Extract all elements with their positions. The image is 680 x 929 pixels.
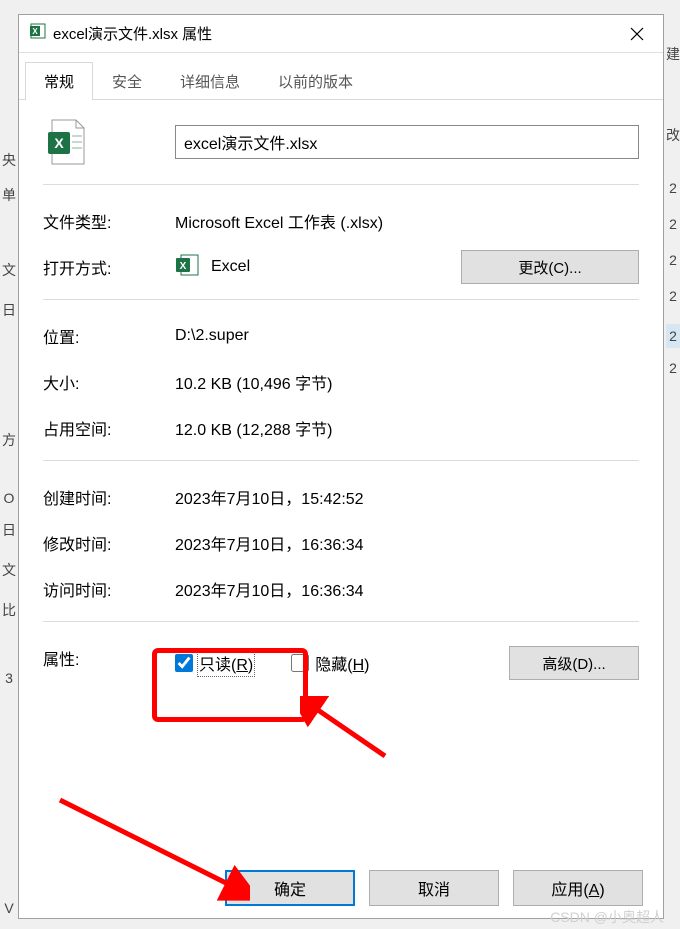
tab-details[interactable]: 详细信息: [161, 62, 259, 100]
general-panel: X 文件类型: Microsoft Excel 工作表 (.xlsx) 打开方式…: [19, 100, 663, 704]
hidden-text: 隐藏(H): [315, 651, 369, 675]
bg-char: 建: [666, 44, 680, 64]
attributes-row: 属性: 只读(R) 隐藏(H) 高级(D)...: [43, 640, 639, 680]
excel-file-icon: X: [29, 22, 47, 45]
location-row: 位置: D:\2.super: [43, 318, 639, 354]
bg-char: 央: [0, 150, 18, 170]
close-icon: [630, 27, 644, 41]
properties-dialog: X excel演示文件.xlsx 属性 常规 安全 详细信息 以前的版本 X: [18, 14, 664, 919]
divider: [43, 299, 639, 300]
bg-char: 方: [0, 430, 18, 450]
modified-row: 修改时间: 2023年7月10日，16:36:34: [43, 525, 639, 561]
bg-char: 2: [666, 360, 680, 376]
modified-value: 2023年7月10日，16:36:34: [175, 531, 639, 555]
bg-char: 改: [666, 125, 680, 145]
ok-button[interactable]: 确定: [225, 870, 355, 906]
tab-general[interactable]: 常规: [25, 62, 93, 100]
accessed-label: 访问时间:: [43, 577, 175, 601]
size-row: 大小: 10.2 KB (10,496 字节): [43, 364, 639, 400]
bg-char: 文: [0, 260, 18, 280]
change-openwith-button[interactable]: 更改(C)...: [461, 250, 639, 284]
filetype-large-icon: X: [43, 118, 91, 166]
tab-previous-versions[interactable]: 以前的版本: [259, 62, 372, 100]
divider: [43, 621, 639, 622]
size-value: 10.2 KB (10,496 字节): [175, 370, 639, 394]
window-title: excel演示文件.xlsx 属性: [53, 23, 621, 44]
close-button[interactable]: [621, 18, 653, 50]
readonly-text: 只读(R): [199, 651, 253, 675]
bg-char: O: [0, 490, 18, 506]
bg-char: 单: [0, 185, 18, 205]
dialog-footer: 确定 取消 应用(A): [225, 870, 643, 906]
filename-row: X: [43, 118, 639, 166]
sizeondisk-label: 占用空间:: [43, 416, 175, 440]
apply-button[interactable]: 应用(A): [513, 870, 643, 906]
bg-char: 3: [0, 670, 18, 686]
attributes-label: 属性:: [43, 646, 175, 670]
filename-input[interactable]: [175, 125, 639, 159]
modified-label: 修改时间:: [43, 531, 175, 555]
readonly-checkbox[interactable]: [175, 654, 193, 672]
location-label: 位置:: [43, 324, 175, 348]
bg-char: 2: [666, 216, 680, 232]
sizeondisk-row: 占用空间: 12.0 KB (12,288 字节): [43, 410, 639, 446]
bg-char: V: [0, 900, 18, 916]
hidden-checkbox[interactable]: [291, 654, 309, 672]
filetype-value: Microsoft Excel 工作表 (.xlsx): [175, 209, 639, 233]
size-label: 大小:: [43, 370, 175, 394]
openwith-app: Excel: [211, 258, 250, 276]
accessed-row: 访问时间: 2023年7月10日，16:36:34: [43, 571, 639, 607]
divider: [43, 184, 639, 185]
openwith-row: 打开方式: X Excel 更改(C)...: [43, 249, 639, 285]
tab-strip: 常规 安全 详细信息 以前的版本: [19, 61, 663, 100]
bg-char: 比: [0, 600, 18, 620]
divider: [43, 460, 639, 461]
bg-char: 2: [666, 180, 680, 196]
filetype-label: 文件类型:: [43, 209, 175, 233]
svg-text:X: X: [32, 27, 38, 36]
svg-text:X: X: [180, 261, 187, 272]
bg-char: 日: [0, 520, 18, 540]
advanced-button[interactable]: 高级(D)...: [509, 646, 639, 680]
bg-char: 2: [666, 324, 680, 348]
created-row: 创建时间: 2023年7月10日，15:42:52: [43, 479, 639, 515]
hidden-checkbox-label[interactable]: 隐藏(H): [291, 651, 369, 675]
watermark: CSDN @小奥超人: [550, 907, 664, 927]
svg-text:X: X: [54, 135, 64, 151]
bg-char: 2: [666, 252, 680, 268]
created-value: 2023年7月10日，15:42:52: [175, 485, 639, 509]
sizeondisk-value: 12.0 KB (12,288 字节): [175, 416, 639, 440]
location-value: D:\2.super: [175, 327, 639, 345]
created-label: 创建时间:: [43, 485, 175, 509]
bg-char: 2: [666, 288, 680, 304]
openwith-label: 打开方式:: [43, 255, 175, 279]
accessed-value: 2023年7月10日，16:36:34: [175, 577, 639, 601]
excel-app-icon: X: [175, 252, 201, 283]
tab-security[interactable]: 安全: [93, 62, 161, 100]
bg-char: 日: [0, 300, 18, 320]
filetype-row: 文件类型: Microsoft Excel 工作表 (.xlsx): [43, 203, 639, 239]
bg-char: 文: [0, 560, 18, 580]
cancel-button[interactable]: 取消: [369, 870, 499, 906]
titlebar: X excel演示文件.xlsx 属性: [19, 15, 663, 53]
readonly-checkbox-label[interactable]: 只读(R): [175, 651, 253, 675]
